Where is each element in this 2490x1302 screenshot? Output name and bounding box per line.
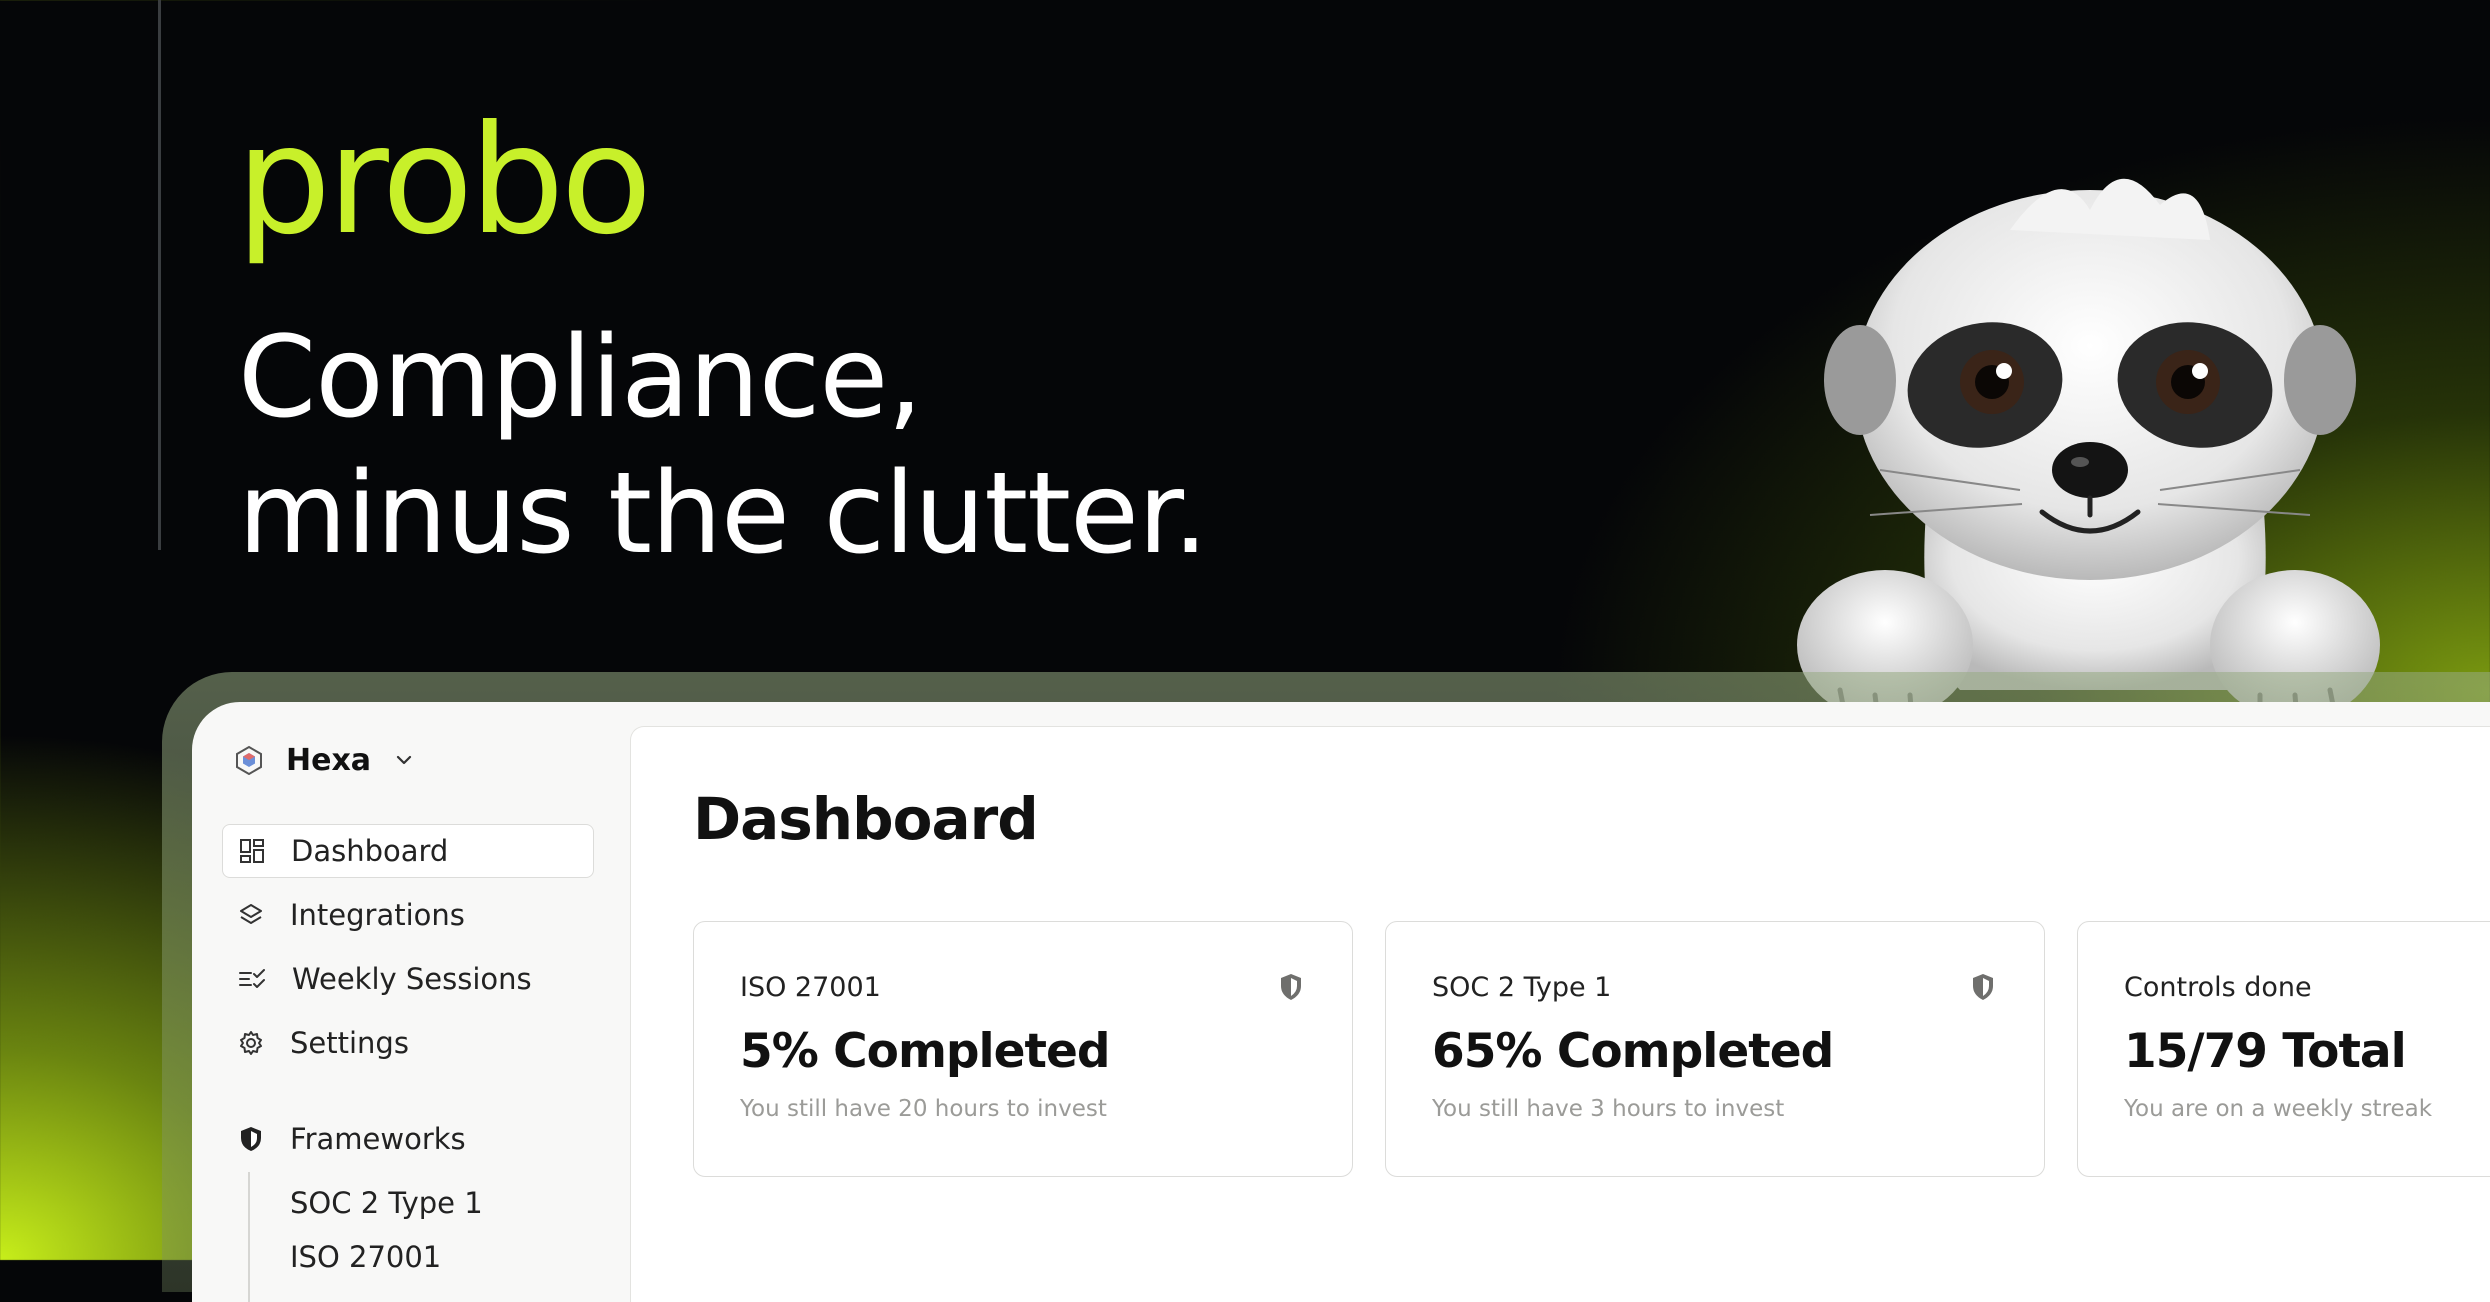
layers-icon xyxy=(240,904,262,924)
card-value: 65% Completed xyxy=(1432,1024,1834,1079)
framework-card-soc2-type1[interactable]: SOC 2 Type 1 65% Completed You still hav… xyxy=(1385,921,2045,1177)
controls-done-card[interactable]: Controls done 15/79 Total You are on a w… xyxy=(2077,921,2490,1177)
main-content: Dashboard ISO 27001 5% Completed You sti… xyxy=(630,726,2490,1302)
sidebar-subitem-soc2-type1[interactable]: SOC 2 Type 1 xyxy=(290,1186,483,1220)
sidebar-subitem-iso-27001[interactable]: ISO 27001 xyxy=(290,1240,441,1274)
chevron-down-icon xyxy=(396,755,412,765)
card-subtitle: You still have 3 hours to invest xyxy=(1432,1096,1785,1122)
shield-icon xyxy=(1973,974,1993,1000)
probo-logo: probo xyxy=(236,94,652,268)
card-title: SOC 2 Type 1 xyxy=(1432,972,1612,1003)
hexa-logo-icon xyxy=(236,745,262,775)
card-subtitle: You still have 20 hours to invest xyxy=(740,1096,1107,1122)
checklist-icon xyxy=(239,969,265,988)
sidebar-item-settings[interactable]: Settings xyxy=(222,1016,594,1070)
headline-line-1: Compliance, xyxy=(238,313,923,443)
sidebar-item-weekly-sessions[interactable]: Weekly Sessions xyxy=(222,952,594,1006)
sidebar-item-integrations[interactable]: Integrations xyxy=(222,888,594,942)
shield-icon xyxy=(1281,974,1301,1000)
card-value: 15/79 Total xyxy=(2124,1024,2407,1079)
org-name: Hexa xyxy=(286,742,372,778)
sidebar-item-label: Integrations xyxy=(290,898,465,932)
meerkat-mascot-illustration xyxy=(1797,178,2380,723)
headline-line-2: minus the clutter. xyxy=(238,449,1208,579)
sidebar-item-label: Weekly Sessions xyxy=(292,962,532,996)
card-value: 5% Completed xyxy=(740,1024,1111,1079)
sidebar-item-dashboard[interactable]: Dashboard xyxy=(222,824,594,878)
app-window: Hexa Dashboard Integrations Weekly Sessi… xyxy=(192,702,2490,1302)
sidebar: Hexa Dashboard Integrations Weekly Sessi… xyxy=(192,702,630,1302)
sidebar-item-label: Settings xyxy=(290,1026,409,1060)
sidebar-item-frameworks[interactable]: Frameworks xyxy=(222,1112,594,1166)
card-title: Controls done xyxy=(2124,972,2312,1003)
shield-icon xyxy=(241,1127,261,1151)
sidebar-item-label: Dashboard xyxy=(291,834,449,868)
page-title: Dashboard xyxy=(693,785,1039,853)
decorative-divider xyxy=(158,0,161,550)
org-switcher[interactable]: Hexa xyxy=(234,740,415,780)
gear-icon xyxy=(240,1031,262,1055)
hero-headline: Compliance, minus the clutter. xyxy=(238,310,1208,582)
dashboard-grid-icon xyxy=(240,839,264,863)
card-subtitle: You are on a weekly streak xyxy=(2124,1096,2433,1122)
card-title: ISO 27001 xyxy=(740,972,881,1003)
sidebar-item-label: Frameworks xyxy=(290,1122,466,1156)
framework-card-iso-27001[interactable]: ISO 27001 5% Completed You still have 20… xyxy=(693,921,1353,1177)
frameworks-tree-line xyxy=(248,1172,250,1302)
